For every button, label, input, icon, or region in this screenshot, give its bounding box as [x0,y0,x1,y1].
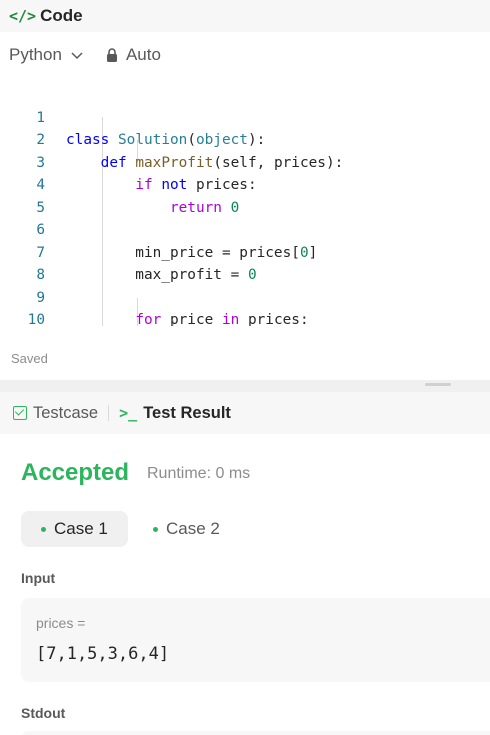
input-label: Input [21,570,56,586]
tab-testcase-label: Testcase [33,403,99,422]
tab-test-result[interactable]: >_ Test Result [119,404,231,423]
case-1-label: Case 1 [54,519,108,538]
tab-testcase[interactable]: Testcase [13,404,98,423]
code-panel-header: </> Code [0,0,490,32]
code-line: 8 [0,242,490,283]
lock-icon [106,48,117,62]
runtime-label: Runtime: 0 ms [147,465,251,482]
input-box: prices = [7,1,5,3,6,4] [21,598,490,682]
case-1-tab[interactable]: Case 1 [21,511,128,547]
stdout-label: Stdout [21,705,66,721]
auto-label: Auto [125,45,161,64]
param-name: prices = [36,615,86,631]
code-line: 1 class Solution(object): [0,84,490,149]
case-2-label: Case 2 [166,519,220,538]
result-tab-bar: Testcase >_ Test Result [0,392,490,434]
pass-dot-icon [41,526,46,532]
code-line: 4 return 0 [0,152,490,216]
auto-mode[interactable]: Auto [106,45,161,65]
code-line: 11 min_price = price [0,309,490,326]
code-line: 3 if not prices: [0,129,490,194]
editor-toolbar: Python Auto [0,36,490,74]
terminal-icon: >_ [119,404,138,422]
code-line: 5 [0,174,490,216]
save-status: Saved [11,351,48,366]
stdout-box [21,731,490,735]
tab-test-result-label: Test Result [143,403,231,422]
pass-dot-icon [153,526,158,532]
chevron-down-icon [71,52,83,60]
code-line: 2 def maxProfit(self, prices): [0,107,490,171]
code-line: 7 max_profit = 0 [0,219,490,284]
checkbox-icon [13,406,27,420]
code-panel: </> Code Python Auto 1 class Solution(ob… [0,0,490,380]
code-panel-title: Code [40,6,83,25]
tab-divider [108,405,110,421]
panel-resize-handle[interactable] [0,380,490,392]
param-value: [7,1,5,3,6,4] [36,644,170,664]
code-icon: </> [9,7,37,25]
code-line: 6 min_price = prices[0] [0,197,490,261]
code-line: 9 for price in prices: [0,264,490,327]
language-select[interactable]: Python [9,45,84,65]
verdict-status: Accepted [21,459,130,486]
language-label: Python [9,45,62,64]
code-editor[interactable]: 1 class Solution(object): 2 def maxProfi… [0,84,490,326]
resize-grip[interactable] [425,383,451,386]
case-2-tab[interactable]: Case 2 [133,511,240,547]
code-line: 10 if price < min_price: [0,287,490,326]
